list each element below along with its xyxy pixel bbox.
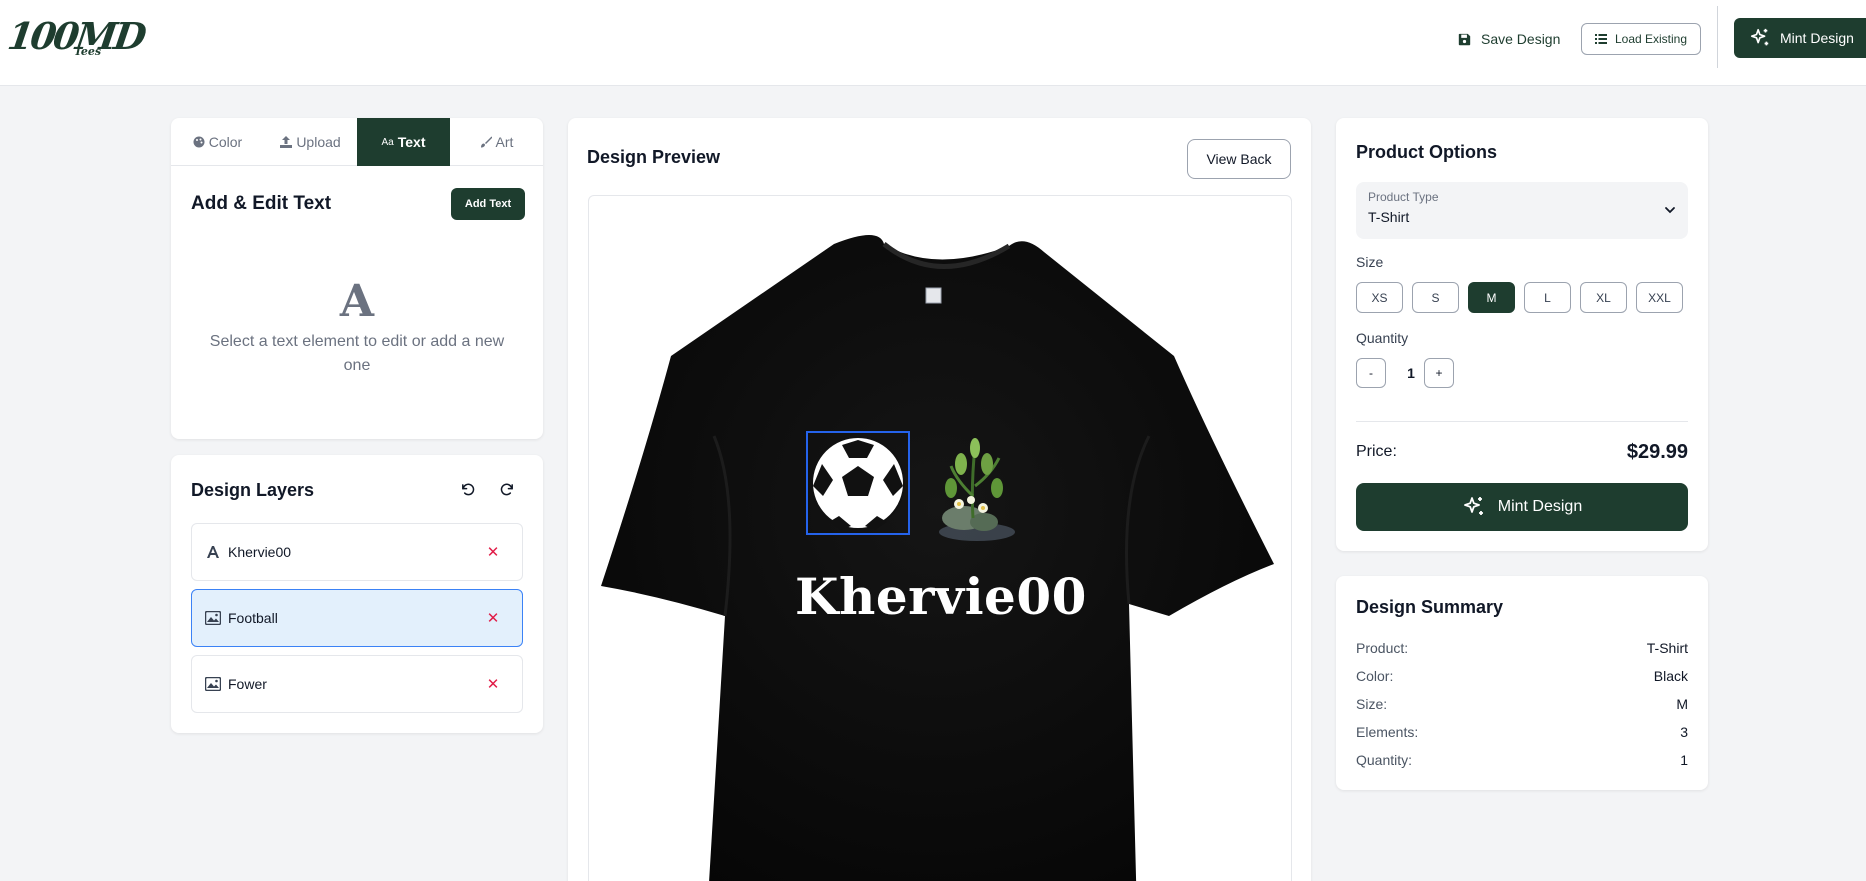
tab-upload[interactable]: Upload [264,118,357,166]
price-value: $29.99 [1626,441,1688,463]
view-back-button[interactable]: View Back [1187,139,1291,179]
summary-value: Black [1653,668,1688,684]
delete-layer-icon[interactable]: ✕ [484,675,502,693]
summary-value: T-Shirt [1646,640,1688,656]
product-options-title: Product Options [1356,142,1497,162]
summary-value: 3 [1680,724,1688,740]
load-existing-label: Load Existing [1614,32,1688,46]
upload-icon [280,136,293,148]
quantity-label: Quantity [1356,330,1409,346]
logo-subtext: Tees [74,45,102,58]
paintbrush-icon [480,136,492,148]
delete-layer-icon[interactable]: ✕ [484,609,502,627]
text-panel-hint: Select a text element to edit or add a n… [209,333,505,374]
price-label: Price: [1356,443,1397,460]
brand-logo[interactable]: 100MD Tees [5,14,146,60]
product-options-card: Product Options Product Type T-Shirt Siz… [1336,118,1708,551]
top-header: 100MD Tees Save Design Load Existing Min… [0,0,1866,86]
tab-color-label: Color [208,134,243,150]
summary-row-size: Size: M [1356,694,1688,714]
header-divider [1717,6,1718,68]
tshirt-mockup [601,235,1274,881]
sparkles-icon [1750,28,1769,46]
summary-key: Size: [1356,696,1388,712]
summary-key: Elements: [1356,724,1419,740]
size-option-l[interactable]: L [1524,282,1571,313]
quantity-increase-button[interactable]: + [1424,358,1454,388]
save-icon [1458,33,1471,45]
layer-item-fower[interactable]: Fower ✕ [191,655,523,713]
redo-button[interactable] [497,479,517,499]
save-design-label: Save Design [1481,31,1561,47]
text-a-icon [205,544,221,560]
text-icon: Aa [381,136,394,148]
tab-text[interactable]: Aa Text [357,118,450,166]
summary-key: Color: [1356,668,1394,684]
preview-card: Design Preview View Back Khervie00 [568,118,1311,881]
summary-key: Quantity: [1356,752,1413,768]
tab-color[interactable]: Color [171,118,264,166]
delete-layer-icon[interactable]: ✕ [484,543,502,561]
tab-art-label: Art [495,134,514,150]
list-icon [1594,34,1607,44]
product-type-label: Product Type [1368,190,1439,204]
editor-tabs: Color Upload Aa Text Art [171,118,543,166]
tab-art[interactable]: Art [450,118,543,166]
layer-item-khervie00[interactable]: Khervie00 ✕ [191,523,523,581]
preview-title: Design Preview [587,147,721,167]
text-panel-title: Add & Edit Text [191,193,332,214]
summary-row-quantity: Quantity: 1 [1356,750,1688,770]
size-option-xl[interactable]: XL [1580,282,1627,313]
summary-value: 1 [1680,752,1688,768]
save-design-button[interactable]: Save Design [1458,28,1560,50]
tab-upload-label: Upload [296,134,341,150]
size-option-m[interactable]: M [1468,282,1515,313]
size-option-xxl[interactable]: XXL [1636,282,1683,313]
header-mint-design-label: Mint Design [1780,30,1854,46]
summary-key: Product: [1356,640,1409,656]
undo-button[interactable] [457,479,477,499]
layer-item-football[interactable]: Football ✕ [191,589,523,647]
options-divider [1356,421,1688,422]
quantity-decrease-button[interactable]: - [1356,358,1386,388]
design-canvas[interactable]: Khervie00 [588,195,1292,881]
mint-design-button[interactable]: Mint Design [1356,483,1688,531]
image-icon [205,676,221,692]
summary-row-elements: Elements: 3 [1356,722,1688,742]
layer-name: Khervie00 [228,544,292,560]
undo-icon [461,483,474,495]
image-icon [205,610,221,626]
chevron-down-icon [1665,207,1675,214]
header-mint-design-button[interactable]: Mint Design [1734,18,1866,58]
layer-name: Fower [228,676,267,692]
design-summary-title: Design Summary [1356,597,1504,617]
palette-icon [193,136,205,148]
layers-card: Design Layers Khervie00 ✕ Football ✕ Fow… [171,455,543,733]
shirt-text-element[interactable]: Khervie00 [589,567,1291,626]
summary-row-color: Color: Black [1356,666,1688,686]
product-type-value: T-Shirt [1368,209,1410,225]
layer-name: Football [228,610,278,626]
size-option-s[interactable]: S [1412,282,1459,313]
editor-card: Color Upload Aa Text Art Add & Edit Text… [171,118,543,439]
summary-row-product: Product: T-Shirt [1356,638,1688,658]
quantity-value: 1 [1407,365,1415,381]
load-existing-button[interactable]: Load Existing [1581,23,1701,55]
sparkles-icon [1463,497,1483,515]
size-option-xs[interactable]: XS [1356,282,1403,313]
redo-icon [500,483,513,495]
text-placeholder-glyph: A [339,276,375,327]
add-text-button[interactable]: Add Text [451,188,525,220]
tab-text-label: Text [397,134,426,150]
design-summary-card: Design Summary Product: T-Shirt Color: B… [1336,576,1708,790]
product-type-select[interactable]: Product Type T-Shirt [1356,182,1688,239]
layers-title: Design Layers [191,480,315,500]
summary-value: M [1676,696,1688,712]
mint-design-label: Mint Design [1497,498,1583,515]
size-label: Size [1356,254,1384,270]
